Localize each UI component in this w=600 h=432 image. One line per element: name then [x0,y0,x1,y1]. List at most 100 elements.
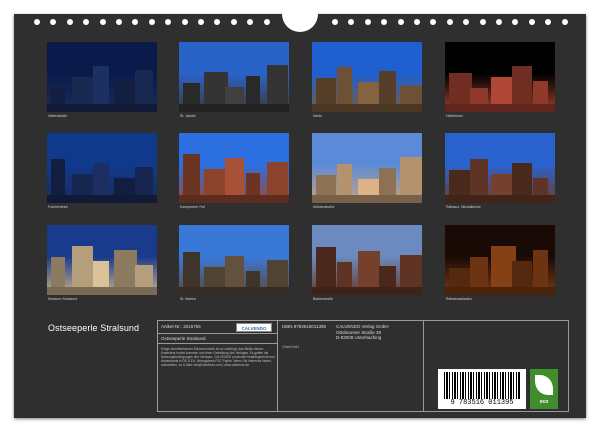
building-shape [72,174,93,195]
building-shape [267,162,288,195]
photo [312,133,422,203]
publisher-address: CALVENDO Verlag GmbH Ottobrunner Straße … [336,324,389,341]
ground-strip [312,104,422,112]
photo-caption: Kampischer Hof [180,205,205,209]
photo-caption: Hafenstraße [48,114,68,118]
edition-code: 4 Bce/Vol41 [282,345,300,349]
publisher-line: CALVENDO Verlag GmbH [336,324,389,329]
building-shape [183,83,200,104]
building-shape [135,70,153,104]
building-shape [225,158,244,195]
photo-caption: Rathaus, Nikolaikirche [446,205,481,209]
building-shape [379,168,396,195]
building-shape [400,157,422,195]
building-shape [379,266,396,287]
building-shape [449,170,472,195]
ground-strip [445,195,555,203]
photo-caption: Hafeninsel [446,114,463,118]
info-column-middle: ISBN 9783516011395 4 Bce/Vol41 CALVENDO … [278,321,424,411]
eco-badge: eco [530,369,558,409]
photo-grid: Hafenstraße St. Jakobi Markt Hafeninsel Fran… [14,14,586,314]
photo [312,42,422,112]
photo [179,133,289,203]
building-shape [114,250,137,287]
building-shape [183,154,200,195]
building-shape [316,247,336,287]
back-info-panel: Artikel-Nr.: 2015755 CALVENDO Ostseeperl… [157,320,569,412]
building-shape [337,262,352,287]
building-shape [114,178,137,195]
building-shape [337,67,352,104]
building-shape [51,257,65,287]
ground-strip [312,287,422,295]
building-shape [316,78,336,104]
building-shape [135,265,153,287]
building-shape [533,178,548,195]
photo-caption: Mühlenstraße [313,205,335,209]
info-column-left: Artikel-Nr.: 2015755 CALVENDO Ostseeperl… [158,321,278,411]
photo-caption: St. Marien [180,297,196,301]
ground-strip [47,287,157,295]
building-shape [379,71,396,104]
ground-strip [445,104,555,112]
building-shape [51,88,65,104]
building-shape [400,255,422,287]
photo-caption: Museum Stralsund [48,297,78,301]
photo-caption: St. Jakobi [180,114,196,118]
publisher-line: D-82008 Unterhaching [336,335,382,340]
building-shape [358,82,380,104]
barcode-number: 9 783516 011395 [450,399,514,407]
building-shape [449,73,472,104]
building-shape [470,88,488,104]
building-shape [225,87,244,104]
building-shape [267,260,288,287]
photo-caption: Badenstraße [313,297,334,301]
photo [445,133,555,203]
ground-strip [179,195,289,203]
ground-strip [179,104,289,112]
building-shape [533,250,548,287]
building-shape [93,66,109,104]
barcode-bars [444,372,520,399]
calendar-title: Ostseeperle Stralsund [48,323,140,333]
eco-label: eco [539,399,549,405]
photo [179,225,289,295]
building-shape [512,261,532,287]
building-shape [316,175,336,195]
photo-caption: Rathausarkaden [446,297,472,301]
name-row: Ostseeperle Stralsund [158,334,277,344]
building-shape [512,66,532,104]
building-shape [337,164,352,195]
barcode: 9 783516 011395 [438,369,526,409]
building-shape [470,159,488,195]
building-shape [135,167,153,195]
photo [179,42,289,112]
description-text: Einige bereitstehender Schutzvermerk ist… [161,347,275,367]
calendar-name: Ostseeperle Stralsund [161,336,206,341]
building-shape [93,261,109,287]
ground-strip [47,195,157,203]
building-shape [72,246,93,287]
calendar-page: Hafenstraße St. Jakobi Markt Hafeninsel Fran… [14,12,586,418]
building-shape [449,268,472,287]
building-shape [358,251,380,287]
building-shape [114,81,137,104]
photo [312,225,422,295]
ground-strip [179,287,289,295]
building-shape [246,173,260,195]
building-shape [512,163,532,195]
ground-strip [47,104,157,112]
building-shape [267,65,288,104]
building-shape [93,163,109,195]
photo [47,225,157,295]
building-shape [533,81,548,104]
building-shape [358,179,380,195]
isbn: ISBN 9783516011395 [282,324,326,329]
photo-caption: Frankenteich [48,205,69,209]
building-shape [400,86,422,104]
photo-caption: Markt [313,114,322,118]
building-shape [246,271,260,287]
article-row: Artikel-Nr.: 2015755 CALVENDO [158,321,277,334]
photo [47,42,157,112]
building-shape [72,77,93,104]
